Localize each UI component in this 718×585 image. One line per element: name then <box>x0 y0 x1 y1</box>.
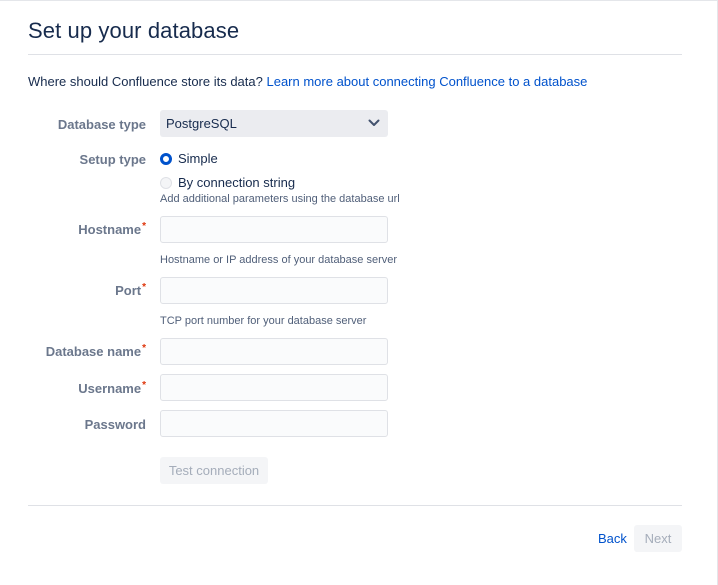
title-divider <box>28 54 682 55</box>
radio-selected-icon[interactable] <box>160 152 172 165</box>
database-type-label: Database type <box>57 117 146 132</box>
username-input[interactable] <box>160 374 388 401</box>
back-button[interactable]: Back <box>592 525 630 552</box>
learn-more-link[interactable]: Learn more about connecting Confluence t… <box>266 74 587 89</box>
required-marker: * <box>142 380 146 391</box>
footer-divider <box>28 505 682 506</box>
database-name-input[interactable] <box>160 338 388 365</box>
port-help: TCP port number for your database server <box>160 315 367 327</box>
port-input[interactable] <box>160 277 388 304</box>
intro-text: Where should Confluence store its data? … <box>28 74 587 89</box>
setup-database-page: Set up your database Where should Conflu… <box>0 0 718 585</box>
database-type-value: PostgreSQL <box>166 116 237 131</box>
radio-unselected-icon[interactable] <box>160 176 172 189</box>
setup-type-label: Setup type <box>79 152 146 167</box>
test-connection-button[interactable]: Test connection <box>160 457 268 484</box>
hostname-label: Hostname* <box>78 221 146 237</box>
page-title: Set up your database <box>28 18 240 43</box>
setup-type-help: Add additional parameters using the data… <box>160 193 400 205</box>
setup-type-connection-string-label: By connection string <box>178 175 296 190</box>
setup-type-simple-label: Simple <box>178 151 218 166</box>
setup-type-simple-option[interactable]: Simple <box>160 151 218 166</box>
password-input[interactable] <box>160 410 388 437</box>
next-button[interactable]: Next <box>634 525 682 552</box>
required-marker: * <box>142 221 146 232</box>
intro-question: Where should Confluence store its data? <box>28 74 263 89</box>
hostname-help: Hostname or IP address of your database … <box>160 254 398 266</box>
chevron-down-icon <box>368 119 380 126</box>
hostname-input[interactable] <box>160 216 388 243</box>
required-marker: * <box>142 343 146 354</box>
username-label: Username* <box>78 380 146 396</box>
password-label: Password <box>84 417 146 432</box>
required-marker: * <box>142 282 146 293</box>
setup-type-connection-string-option[interactable]: By connection string <box>160 175 295 190</box>
database-name-label: Database name* <box>45 343 146 359</box>
database-type-select[interactable]: PostgreSQL <box>160 110 388 137</box>
port-label: Port* <box>115 282 146 298</box>
